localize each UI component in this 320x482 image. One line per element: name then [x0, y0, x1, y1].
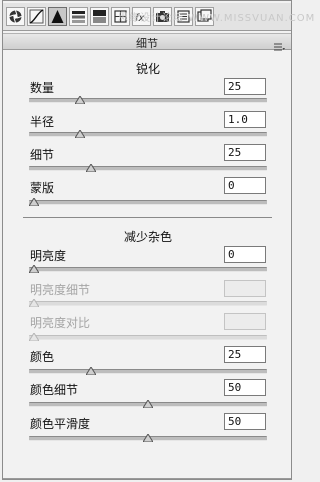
sharpen-radius-label: 半径 — [30, 115, 55, 129]
noise-color-field[interactable]: 25 — [224, 346, 266, 363]
sharpen-amount-field[interactable]: 25 — [224, 78, 266, 95]
panel-menu-icon[interactable] — [274, 37, 285, 51]
hsl-icon[interactable] — [69, 7, 88, 26]
noise-luminance-detail-slider-track — [29, 301, 267, 306]
section-divider — [23, 217, 272, 218]
noise-luminance-detail-slider-thumb — [29, 299, 39, 307]
noise-luminance-detail-label: 明亮度细节 — [30, 283, 91, 297]
sharpen-masking-slider-track[interactable] — [29, 200, 267, 205]
noise-luminance-detail-field — [224, 280, 266, 297]
sharpen-detail-slider-track[interactable] — [29, 166, 267, 171]
sharpen-detail-slider-thumb[interactable] — [86, 164, 96, 172]
noise-color-label: 颜色 — [30, 350, 55, 364]
detail-triangle-icon[interactable] — [48, 7, 67, 26]
noise-luminance-field[interactable]: 0 — [224, 246, 266, 263]
sharpen-radius-slider-track[interactable] — [29, 132, 267, 137]
noise-color-smoothness-label: 颜色平滑度 — [30, 417, 91, 431]
noise-color-detail-slider-thumb[interactable] — [143, 400, 153, 408]
noise-color-slider-track[interactable] — [29, 369, 267, 374]
panel-title: 细节 — [136, 37, 158, 50]
sharpen-section-title: 锐化 — [135, 62, 160, 76]
sharpen-masking-slider-thumb[interactable] — [29, 198, 39, 206]
noise-color-smoothness-slider-thumb[interactable] — [143, 434, 153, 442]
sharpen-masking-label: 蒙版 — [30, 181, 55, 195]
sharpen-detail-field[interactable]: 25 — [224, 144, 266, 161]
panel-bottom-border — [3, 478, 291, 479]
sharpen-radius-slider-thumb[interactable] — [74, 130, 85, 138]
split-tone-icon[interactable] — [90, 7, 109, 26]
noise-luminance-slider-thumb[interactable] — [29, 265, 39, 273]
noise-luminance-contrast-label: 明亮度对比 — [30, 316, 91, 330]
noise-color-detail-label: 颜色细节 — [30, 383, 79, 397]
noise-luminance-contrast-field — [224, 313, 266, 330]
tone-curve-icon[interactable] — [27, 7, 46, 26]
noise-color-detail-field[interactable]: 50 — [224, 379, 266, 396]
noise-luminance-label: 明亮度 — [30, 249, 67, 263]
noise-color-slider-thumb[interactable] — [86, 367, 96, 375]
panel-header: 细节 — [3, 33, 291, 51]
sharpen-masking-field[interactable]: 0 — [224, 177, 266, 194]
sharpen-amount-label: 数量 — [30, 81, 55, 95]
aperture-icon[interactable] — [6, 7, 25, 26]
sharpen-amount-slider-thumb[interactable] — [74, 96, 85, 104]
noise-luminance-contrast-slider-track — [29, 335, 267, 340]
sharpen-radius-field[interactable]: 1.0 — [224, 111, 266, 128]
watermark-text: 思缘设计论坛 WWW.MISSVUAN.COM — [118, 13, 316, 24]
noise-section-title: 减少杂色 — [123, 230, 172, 244]
sharpen-detail-label: 细节 — [30, 148, 55, 162]
noise-luminance-slider-track[interactable] — [29, 267, 267, 272]
noise-luminance-contrast-slider-thumb — [29, 333, 39, 341]
noise-color-smoothness-field[interactable]: 50 — [224, 413, 266, 430]
sharpen-amount-slider-track[interactable] — [29, 98, 267, 103]
tool-strip: fx 思缘设计论坛 WWW.MISSVUAN.COM — [3, 3, 314, 31]
